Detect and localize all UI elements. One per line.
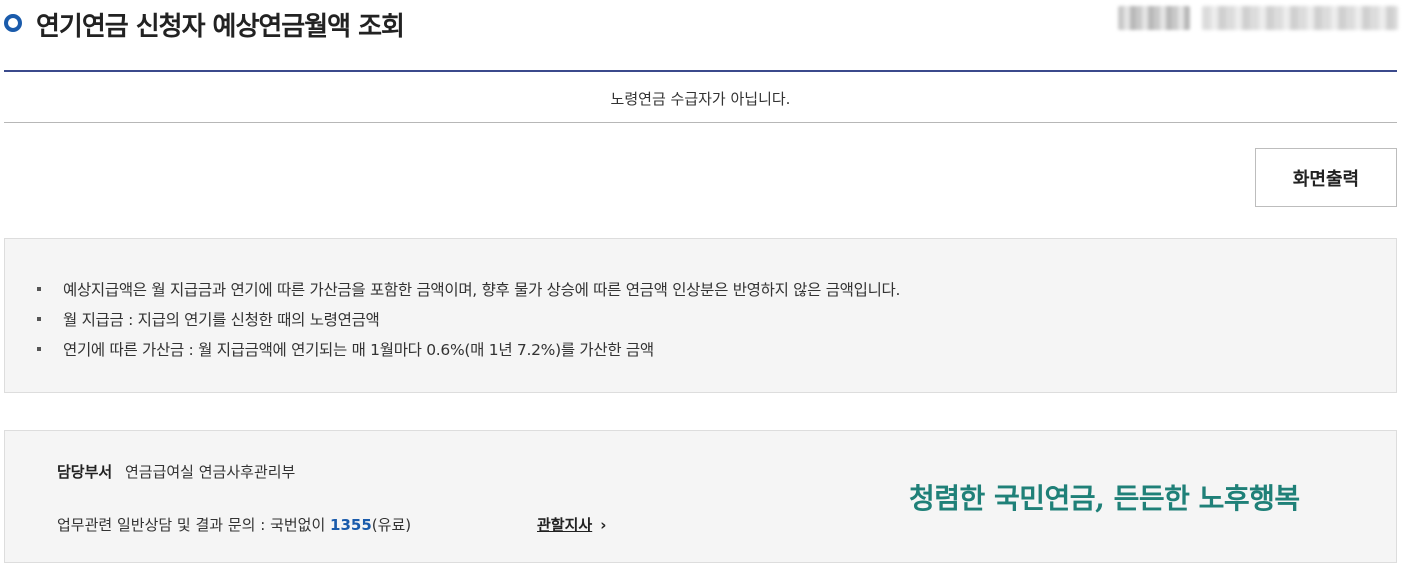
contact-prefix: 업무관련 일반상담 및 결과 문의 : 국번없이 [57, 516, 326, 534]
department-value: 연금급여실 연금사후관리부 [124, 463, 296, 481]
contact-phone-number: 1355 [330, 516, 372, 534]
department-line: 담당부서 연금급여실 연금사후관리부 [57, 461, 295, 482]
result-panel: 노령연금 수급자가 아닙니다. [4, 70, 1397, 123]
square-bullet-icon [37, 317, 41, 321]
chevron-right-icon: › [600, 516, 607, 534]
page-title: 연기연금 신청자 예상연금월액 조회 [36, 12, 405, 42]
circle-bullet-icon [4, 14, 22, 32]
contact-suffix: (유료) [371, 516, 412, 534]
notice-text: 예상지급액은 월 지급금과 연기에 따른 가산금을 포함한 금액이며, 향후 물… [63, 281, 901, 299]
notice-text: 월 지급금 : 지급의 연기를 신청한 때의 노령연금액 [63, 311, 380, 329]
result-message: 노령연금 수급자가 아닙니다. [610, 90, 791, 108]
slogan: 청렴한 국민연금, 든든한 노후행복 [909, 482, 1300, 515]
contact-footer: 담당부서 연금급여실 연금사후관리부 업무관련 일반상담 및 결과 문의 : 국… [4, 430, 1397, 563]
notice-item: 월 지급금 : 지급의 연기를 신청한 때의 노령연금액 [35, 305, 900, 335]
notice-item: 예상지급액은 월 지급금과 연기에 따른 가산금을 포함한 금액이며, 향후 물… [35, 275, 900, 305]
branch-link-label: 관할지사 [537, 516, 593, 534]
square-bullet-icon [37, 287, 41, 291]
notice-list: 예상지급액은 월 지급금과 연기에 따른 가산금을 포함한 금액이며, 향후 물… [35, 275, 900, 365]
square-bullet-icon [37, 347, 41, 351]
print-screen-button[interactable]: 화면출력 [1255, 148, 1397, 207]
contact-line: 업무관련 일반상담 및 결과 문의 : 국번없이 1355(유료) [57, 514, 411, 535]
page-header: 연기연금 신청자 예상연금월액 조회 [0, 0, 1411, 60]
notice-box: 예상지급액은 월 지급금과 연기에 따른 가산금을 포함한 금액이며, 향후 물… [4, 238, 1397, 393]
redacted-user-info [1118, 6, 1190, 30]
department-label: 담당부서 [57, 463, 113, 481]
redacted-user-detail [1202, 6, 1398, 30]
branch-office-link[interactable]: 관할지사 › [537, 514, 606, 535]
notice-text: 연기에 따른 가산금 : 월 지급금액에 연기되는 매 1월마다 0.6%(매 … [63, 341, 654, 359]
notice-item: 연기에 따른 가산금 : 월 지급금액에 연기되는 매 1월마다 0.6%(매 … [35, 335, 900, 365]
